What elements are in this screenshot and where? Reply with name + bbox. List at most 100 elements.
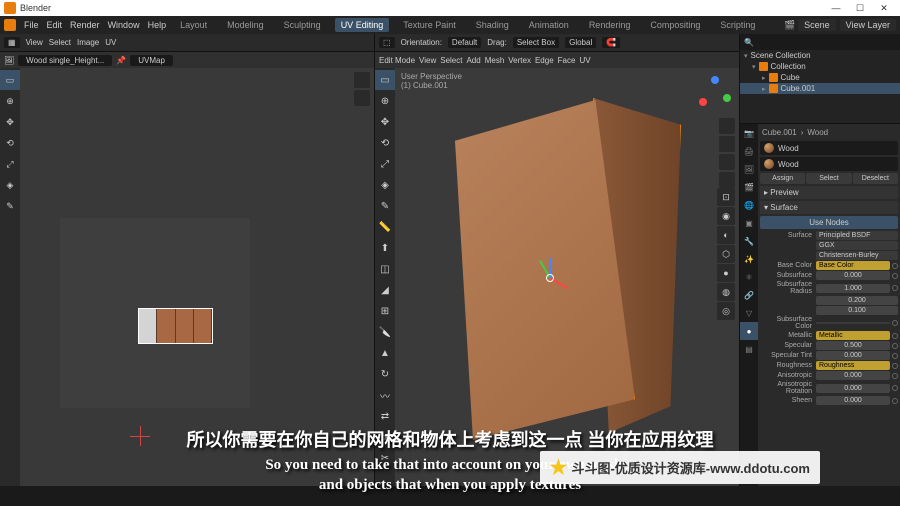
- transform-gizmo[interactable]: [530, 258, 570, 298]
- v3d-menu-vertex[interactable]: Vertex: [508, 56, 531, 65]
- v3d-tool-inset[interactable]: ◫: [375, 259, 395, 279]
- basecolor-value[interactable]: Base Color: [816, 261, 890, 270]
- prop-tab-modifiers[interactable]: 🔧: [740, 232, 758, 250]
- maximize-button[interactable]: ☐: [848, 3, 872, 14]
- shading-wire-icon[interactable]: ⬡: [717, 245, 735, 263]
- prop-tab-particles[interactable]: ✨: [740, 250, 758, 268]
- uv-editor-type-icon[interactable]: ▦: [4, 37, 20, 48]
- prop-tab-texture[interactable]: ▤: [740, 340, 758, 358]
- metallic-value[interactable]: Metallic: [816, 331, 890, 340]
- prop-tab-scene[interactable]: 🎬: [740, 178, 758, 196]
- menu-render[interactable]: Render: [70, 20, 100, 30]
- section-surface[interactable]: ▾ Surface: [760, 201, 898, 214]
- v3d-tool-edgeslide[interactable]: ⇄: [375, 406, 395, 426]
- v3d-viewport[interactable]: User Perspective (1) Cube.001: [395, 68, 739, 486]
- v3d-drag-value[interactable]: Select Box: [513, 37, 559, 48]
- socket-icon[interactable]: [892, 398, 898, 404]
- v3d-tool-loopcut[interactable]: ⊞: [375, 301, 395, 321]
- prop-tab-render[interactable]: 📷: [740, 124, 758, 142]
- outliner-item-cube001[interactable]: ▸ Cube.001: [740, 83, 900, 94]
- uv-image-name[interactable]: Wood single_Height...: [18, 55, 112, 66]
- v3d-tool-bevel[interactable]: ◢: [375, 280, 395, 300]
- prop-tab-constraints[interactable]: 🔗: [740, 286, 758, 304]
- nav-camera-icon[interactable]: [719, 154, 735, 170]
- use-nodes-button[interactable]: Use Nodes: [760, 216, 898, 229]
- tab-scripting[interactable]: Scripting: [714, 18, 761, 32]
- uv-display-icon[interactable]: [354, 72, 370, 88]
- v3d-tool-polybuild[interactable]: ▲: [375, 343, 395, 363]
- nav-zoom-icon[interactable]: [719, 118, 735, 134]
- v3d-tool-knife[interactable]: 🔪: [375, 322, 395, 342]
- menu-edit[interactable]: Edit: [47, 20, 63, 30]
- sss-color-value[interactable]: [816, 322, 890, 324]
- deselect-button[interactable]: Deselect: [853, 173, 898, 184]
- uv-tool-select[interactable]: ▭: [0, 70, 20, 90]
- prop-tab-data[interactable]: ▽: [740, 304, 758, 322]
- tab-modeling[interactable]: Modeling: [221, 18, 270, 32]
- prop-tab-world[interactable]: 🌐: [740, 196, 758, 214]
- aniso-value[interactable]: 0.000: [816, 371, 890, 380]
- uv-tool-annotate[interactable]: ✎: [0, 196, 20, 216]
- subsurface-value[interactable]: 0.000: [816, 271, 890, 280]
- uv-tool-scale[interactable]: ⤢: [0, 154, 20, 174]
- nav-z-icon[interactable]: [711, 76, 719, 84]
- uv-overlay-icon[interactable]: [354, 90, 370, 106]
- uv-tool-move[interactable]: ✥: [0, 112, 20, 132]
- tab-compositing[interactable]: Compositing: [644, 18, 706, 32]
- spectint-value[interactable]: 0.000: [816, 351, 890, 360]
- disclosure-icon[interactable]: ▾: [744, 52, 748, 60]
- uv-map-name[interactable]: UVMap: [130, 55, 173, 66]
- select-button[interactable]: Select: [806, 173, 851, 184]
- socket-icon[interactable]: [892, 343, 898, 349]
- disclosure-icon[interactable]: ▾: [752, 63, 756, 71]
- shading-rendered-icon[interactable]: ◎: [717, 302, 735, 320]
- v3d-editor-type-icon[interactable]: ⬚: [379, 37, 395, 48]
- tab-rendering[interactable]: Rendering: [583, 18, 637, 32]
- tab-texture-paint[interactable]: Texture Paint: [397, 18, 462, 32]
- v3d-orientation-value[interactable]: Default: [448, 37, 481, 48]
- v3d-menu-view[interactable]: View: [419, 56, 436, 65]
- v3d-tool-move[interactable]: ✥: [375, 112, 395, 132]
- sheen-value[interactable]: 0.000: [816, 396, 890, 405]
- socket-icon[interactable]: [892, 285, 898, 291]
- v3d-tool-extrude[interactable]: ⬆: [375, 238, 395, 258]
- surface-value[interactable]: Principled BSDF: [816, 231, 898, 240]
- uv-tool-rotate[interactable]: ⟲: [0, 133, 20, 153]
- shading-solid-icon[interactable]: ●: [717, 264, 735, 282]
- disclosure-icon[interactable]: ▸: [762, 85, 766, 93]
- v3d-tool-cursor[interactable]: ⊕: [375, 91, 395, 111]
- uv-pin-icon[interactable]: 📌: [116, 56, 126, 65]
- material-name-field[interactable]: Wood: [760, 157, 898, 171]
- prop-tab-physics[interactable]: ⚛: [740, 268, 758, 286]
- socket-icon[interactable]: [892, 333, 898, 339]
- material-slot[interactable]: Wood: [760, 141, 898, 155]
- crumb-object[interactable]: Cube.001: [762, 128, 797, 137]
- shading-matprev-icon[interactable]: ◍: [717, 283, 735, 301]
- nav-persp-icon[interactable]: [719, 172, 735, 188]
- v3d-tool-rotate[interactable]: ⟲: [375, 133, 395, 153]
- nav-gizmo[interactable]: [697, 74, 733, 110]
- tab-shading[interactable]: Shading: [470, 18, 515, 32]
- tab-uv-editing[interactable]: UV Editing: [335, 18, 390, 32]
- scene-selector[interactable]: Scene: [798, 19, 836, 31]
- prop-tab-viewlayer[interactable]: 🖼: [740, 160, 758, 178]
- specular-value[interactable]: 0.500: [816, 341, 890, 350]
- sss-radius-3[interactable]: 0.100: [816, 306, 898, 315]
- gizmo-center[interactable]: [546, 274, 554, 282]
- v3d-mode-selector[interactable]: Edit Mode: [379, 56, 415, 65]
- uv-menu-uv[interactable]: UV: [105, 38, 116, 47]
- disclosure-icon[interactable]: ▸: [762, 74, 766, 82]
- v3d-menu-mesh[interactable]: Mesh: [485, 56, 505, 65]
- uv-image-icon[interactable]: 🖼: [4, 56, 14, 65]
- prop-tab-output[interactable]: 🖨: [740, 142, 758, 160]
- overlay-toggle-icon[interactable]: ◉: [717, 207, 735, 225]
- v3d-tool-scale[interactable]: ⤢: [375, 154, 395, 174]
- socket-icon[interactable]: [892, 385, 898, 391]
- uv-menu-image[interactable]: Image: [77, 38, 99, 47]
- v3d-snap-icon[interactable]: 🧲: [602, 37, 620, 48]
- nav-pan-icon[interactable]: [719, 136, 735, 152]
- uv-tool-cursor[interactable]: ⊕: [0, 91, 20, 111]
- v3d-menu-add[interactable]: Add: [466, 56, 480, 65]
- prop-tab-object[interactable]: ▣: [740, 214, 758, 232]
- v3d-tool-measure[interactable]: 📏: [375, 217, 395, 237]
